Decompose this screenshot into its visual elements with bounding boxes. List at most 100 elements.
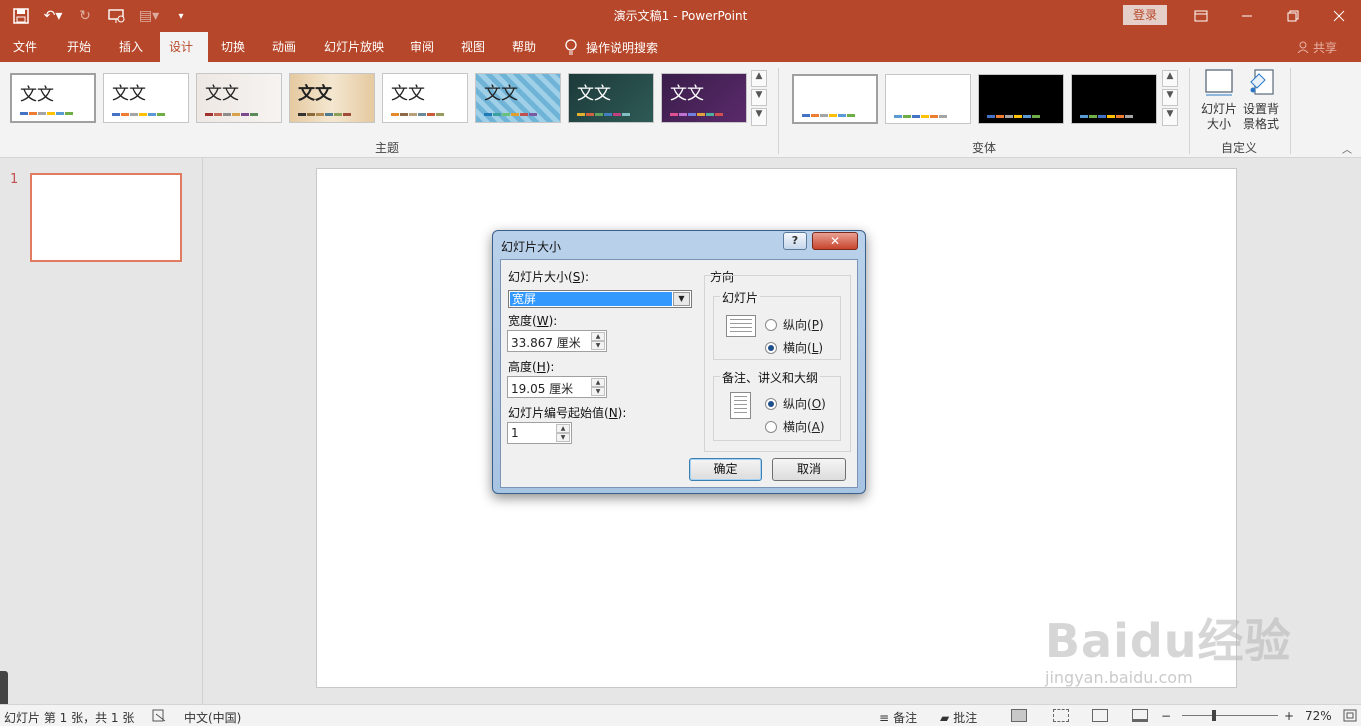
status-bar: 幻灯片 第 1 张，共 1 张 中文(中国) ≡ 备注 ▰ 批注 − + 72% bbox=[0, 704, 1361, 726]
theme-thumb-text: 文文 bbox=[391, 84, 425, 104]
notes-portrait-label: 纵向(O) bbox=[783, 397, 826, 411]
slide-sorter-icon[interactable] bbox=[1053, 709, 1069, 722]
language-status[interactable]: 中文(中国) bbox=[184, 709, 241, 726]
slide-size-label-2: 大小 bbox=[1206, 117, 1231, 131]
tab-view[interactable]: 视图 bbox=[452, 32, 494, 62]
tab-slideshow[interactable]: 幻灯片放映 bbox=[315, 32, 393, 62]
fit-to-window-icon[interactable] bbox=[1343, 709, 1357, 725]
format-background-button[interactable]: 设置背 景格式 bbox=[1240, 68, 1282, 132]
group-label-customize: 自定义 bbox=[1221, 141, 1258, 155]
theme-office[interactable]: 文文 bbox=[10, 73, 96, 123]
ok-button[interactable]: 确定 bbox=[689, 458, 762, 481]
start-number-spinner[interactable]: ▲ ▼ bbox=[556, 424, 570, 442]
slide-landscape-radio[interactable]: 横向(L) bbox=[765, 339, 823, 356]
slide-number: 1 bbox=[10, 172, 19, 187]
slide-count-status: 幻灯片 第 1 张，共 1 张 bbox=[4, 711, 135, 725]
tab-insert[interactable]: 插入 bbox=[110, 32, 152, 62]
start-number-value: 1 bbox=[511, 426, 519, 440]
notes-landscape-radio[interactable]: 横向(A) bbox=[765, 418, 825, 435]
start-number-field[interactable]: 1 ▲ ▼ bbox=[507, 422, 572, 444]
slide-size-button[interactable]: 幻灯片 大小 bbox=[1198, 68, 1240, 132]
tab-file[interactable]: 文件 bbox=[4, 32, 46, 62]
width-field[interactable]: 33.867 厘米 ▲ ▼ bbox=[507, 330, 607, 352]
group-label-themes: 主题 bbox=[375, 141, 400, 155]
theme-office-2[interactable]: 文文 bbox=[103, 73, 189, 123]
portrait-page-icon bbox=[730, 392, 751, 419]
spelling-check-icon[interactable] bbox=[152, 709, 166, 725]
landscape-page-icon bbox=[726, 315, 756, 337]
tab-help[interactable]: 帮助 bbox=[503, 32, 545, 62]
dialog-body: 幻灯片大小(S): 宽屏 ▼ 宽度(W): 33.867 厘米 ▲ ▼ 高度(H)… bbox=[500, 259, 858, 488]
gallery-down-icon[interactable]: ▼ bbox=[751, 89, 767, 106]
variant-4[interactable] bbox=[1071, 74, 1157, 124]
zoom-slider-thumb[interactable] bbox=[1212, 710, 1216, 721]
theme-thumb-text: 文文 bbox=[670, 84, 704, 104]
zoom-level[interactable]: 72% bbox=[1305, 709, 1332, 723]
width-value: 33.867 厘米 bbox=[511, 336, 581, 350]
cancel-button[interactable]: 取消 bbox=[772, 458, 846, 481]
height-spinner[interactable]: ▲ ▼ bbox=[591, 378, 605, 396]
notes-group-label: 备注、讲义和大纲 bbox=[720, 369, 821, 386]
slideshow-icon[interactable] bbox=[1132, 709, 1148, 722]
theme-thumb-text: 文文 bbox=[205, 84, 239, 104]
tell-me-search[interactable]: 操作说明搜索 bbox=[564, 32, 658, 62]
reading-view-icon[interactable] bbox=[1092, 709, 1108, 722]
theme-celestial[interactable]: 文文 bbox=[661, 73, 747, 123]
notes-label: 备注 bbox=[893, 711, 918, 725]
variant-up-icon[interactable]: ▲ bbox=[1162, 70, 1178, 87]
notes-icon: ≡ bbox=[879, 710, 890, 725]
theme-pattern[interactable]: 文文 bbox=[475, 73, 561, 123]
variant-1[interactable] bbox=[792, 74, 878, 124]
zoom-out-icon[interactable]: − bbox=[1161, 709, 1171, 723]
collapse-ribbon-icon[interactable]: ︿ bbox=[1342, 141, 1352, 156]
width-spinner[interactable]: ▲ ▼ bbox=[591, 332, 605, 350]
theme-circuit[interactable]: 文文 bbox=[568, 73, 654, 123]
variant-3[interactable] bbox=[978, 74, 1064, 124]
minimize-icon[interactable] bbox=[1224, 0, 1270, 32]
tab-transitions[interactable]: 切换 bbox=[212, 32, 254, 62]
zoom-in-icon[interactable]: + bbox=[1284, 709, 1294, 723]
slide-size-dialog: 幻灯片大小 ? ✕ 幻灯片大小(S): 宽屏 ▼ 宽度(W): 33.867 厘… bbox=[492, 230, 866, 494]
slide-landscape-label: 横向(L) bbox=[783, 341, 824, 355]
help-button[interactable]: ? bbox=[783, 232, 807, 250]
notes-button[interactable]: ≡ 备注 bbox=[879, 709, 917, 726]
tab-review[interactable]: 审阅 bbox=[401, 32, 443, 62]
slide-size-value: 宽屏 bbox=[510, 292, 672, 306]
dialog-close-button[interactable]: ✕ bbox=[812, 232, 858, 250]
gallery-up-icon[interactable]: ▲ bbox=[751, 70, 767, 87]
watermark-url: jingyan.baidu.com bbox=[1045, 668, 1193, 687]
theme-retrospect[interactable]: 文文 bbox=[382, 73, 468, 123]
slide-thumbnail-pane: 1 bbox=[0, 158, 203, 726]
zoom-slider[interactable] bbox=[1182, 715, 1278, 716]
share-label: 共享 bbox=[1312, 40, 1337, 55]
group-separator bbox=[1290, 68, 1291, 154]
notes-portrait-radio[interactable]: 纵向(O) bbox=[765, 395, 826, 412]
slide-size-select[interactable]: 宽屏 ▼ bbox=[508, 290, 692, 308]
height-field[interactable]: 19.05 厘米 ▲ ▼ bbox=[507, 376, 607, 398]
slide-thumbnail[interactable] bbox=[30, 173, 182, 262]
login-button[interactable]: 登录 bbox=[1123, 5, 1167, 25]
tab-design[interactable]: 设计 bbox=[160, 32, 208, 62]
theme-facet[interactable]: 文文 bbox=[196, 73, 282, 123]
title-bar: ↶▾ ↻ ▤▾ ▾ 演示文稿1 - PowerPoint 登录 bbox=[0, 0, 1361, 32]
slide-portrait-radio[interactable]: 纵向(P) bbox=[765, 316, 824, 333]
restore-icon[interactable] bbox=[1270, 0, 1316, 32]
group-label-variants: 变体 bbox=[972, 141, 997, 155]
tab-home[interactable]: 开始 bbox=[58, 32, 100, 62]
variant-down-icon[interactable]: ▼ bbox=[1162, 89, 1178, 106]
variant-2[interactable] bbox=[885, 74, 971, 124]
ribbon-display-options-icon[interactable] bbox=[1178, 0, 1224, 32]
share-button[interactable]: 共享 bbox=[1297, 32, 1337, 62]
slide-portrait-label: 纵向(P) bbox=[783, 318, 824, 332]
variant-more-icon[interactable]: ▼ bbox=[1162, 108, 1178, 126]
format-background-label-1: 设置背 bbox=[1242, 102, 1279, 116]
format-background-label-2: 景格式 bbox=[1242, 117, 1279, 131]
theme-ink[interactable]: 文文 bbox=[289, 73, 375, 123]
chevron-down-icon[interactable]: ▼ bbox=[673, 292, 690, 306]
gallery-more-icon[interactable]: ▼ bbox=[751, 108, 767, 126]
theme-thumb-text: 文文 bbox=[298, 84, 332, 104]
tab-animations[interactable]: 动画 bbox=[263, 32, 305, 62]
comments-button[interactable]: ▰ 批注 bbox=[940, 709, 977, 726]
normal-view-icon[interactable] bbox=[1011, 709, 1027, 722]
close-icon[interactable] bbox=[1316, 0, 1361, 32]
